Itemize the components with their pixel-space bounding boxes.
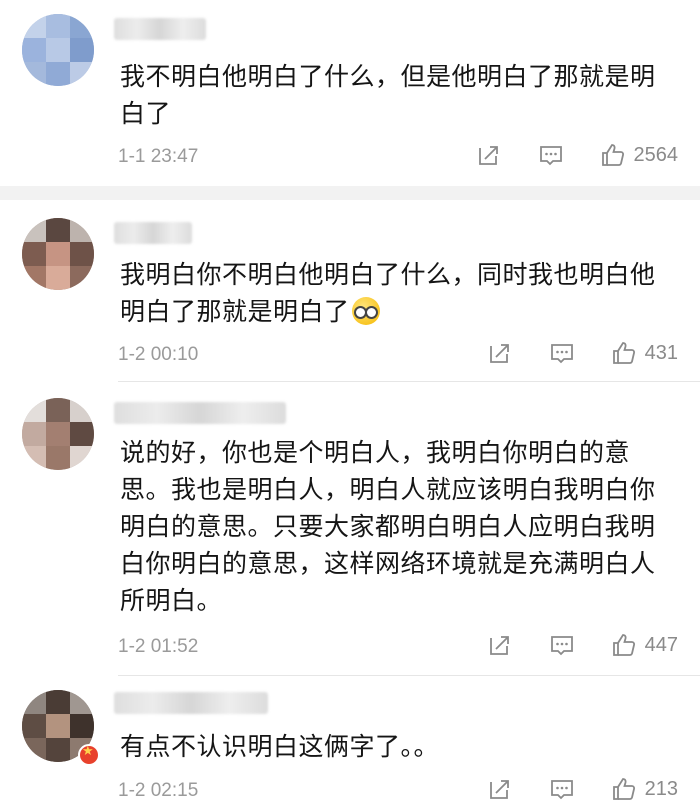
thumbs-up-icon[interactable]	[600, 142, 626, 168]
like-count: 213	[644, 777, 678, 800]
thumbs-up-icon[interactable]	[611, 776, 637, 802]
comment-icon[interactable]	[549, 632, 575, 658]
comment-text: 说的好，你也是个明白人，我明白你明白的意思。我也是明白人，明白人就应该明白我明白…	[120, 438, 656, 615]
like-count: 431	[644, 341, 678, 364]
avatar[interactable]	[22, 14, 94, 86]
section-divider	[0, 186, 700, 200]
username-blurred[interactable]	[114, 222, 192, 244]
like-count: 447	[644, 633, 678, 656]
comment-text: 我明白你不明白他明白了什么，同时我也明白他明白了那就是明白了	[120, 260, 656, 326]
share-icon[interactable]	[487, 776, 513, 802]
verified-badge-icon	[78, 744, 100, 766]
avatar[interactable]	[22, 218, 94, 290]
share-icon[interactable]	[487, 632, 513, 658]
comment-time: 1-2 02:15	[118, 780, 199, 801]
like-count: 2564	[633, 143, 679, 166]
comment-actions: 213	[487, 776, 678, 802]
divider	[118, 675, 700, 676]
comment-actions: 431	[487, 340, 678, 366]
comment-icon[interactable]	[538, 142, 564, 168]
thumbs-up-icon[interactable]	[611, 340, 637, 366]
comment-icon[interactable]	[549, 340, 575, 366]
comment-time: 1-1 23:47	[118, 146, 199, 167]
comment-text: 我不明白他明白了什么，但是他明白了那就是明白了	[120, 62, 656, 128]
username-blurred[interactable]	[114, 692, 268, 714]
comment-actions: 2564	[476, 142, 679, 168]
username-blurred[interactable]	[114, 402, 286, 424]
username-blurred[interactable]	[114, 18, 206, 40]
divider	[118, 381, 700, 382]
glasses-emoji-icon	[351, 297, 380, 325]
share-icon[interactable]	[487, 340, 513, 366]
comment-icon[interactable]	[549, 776, 575, 802]
comment-time: 1-2 01:52	[118, 636, 199, 657]
comment-text: 有点不认识明白这俩字了。。	[120, 732, 440, 761]
comment-time: 1-2 00:10	[118, 344, 199, 365]
thumbs-up-icon[interactable]	[611, 632, 637, 658]
avatar[interactable]	[22, 398, 94, 470]
share-icon[interactable]	[476, 142, 502, 168]
comment-actions: 447	[487, 632, 678, 658]
